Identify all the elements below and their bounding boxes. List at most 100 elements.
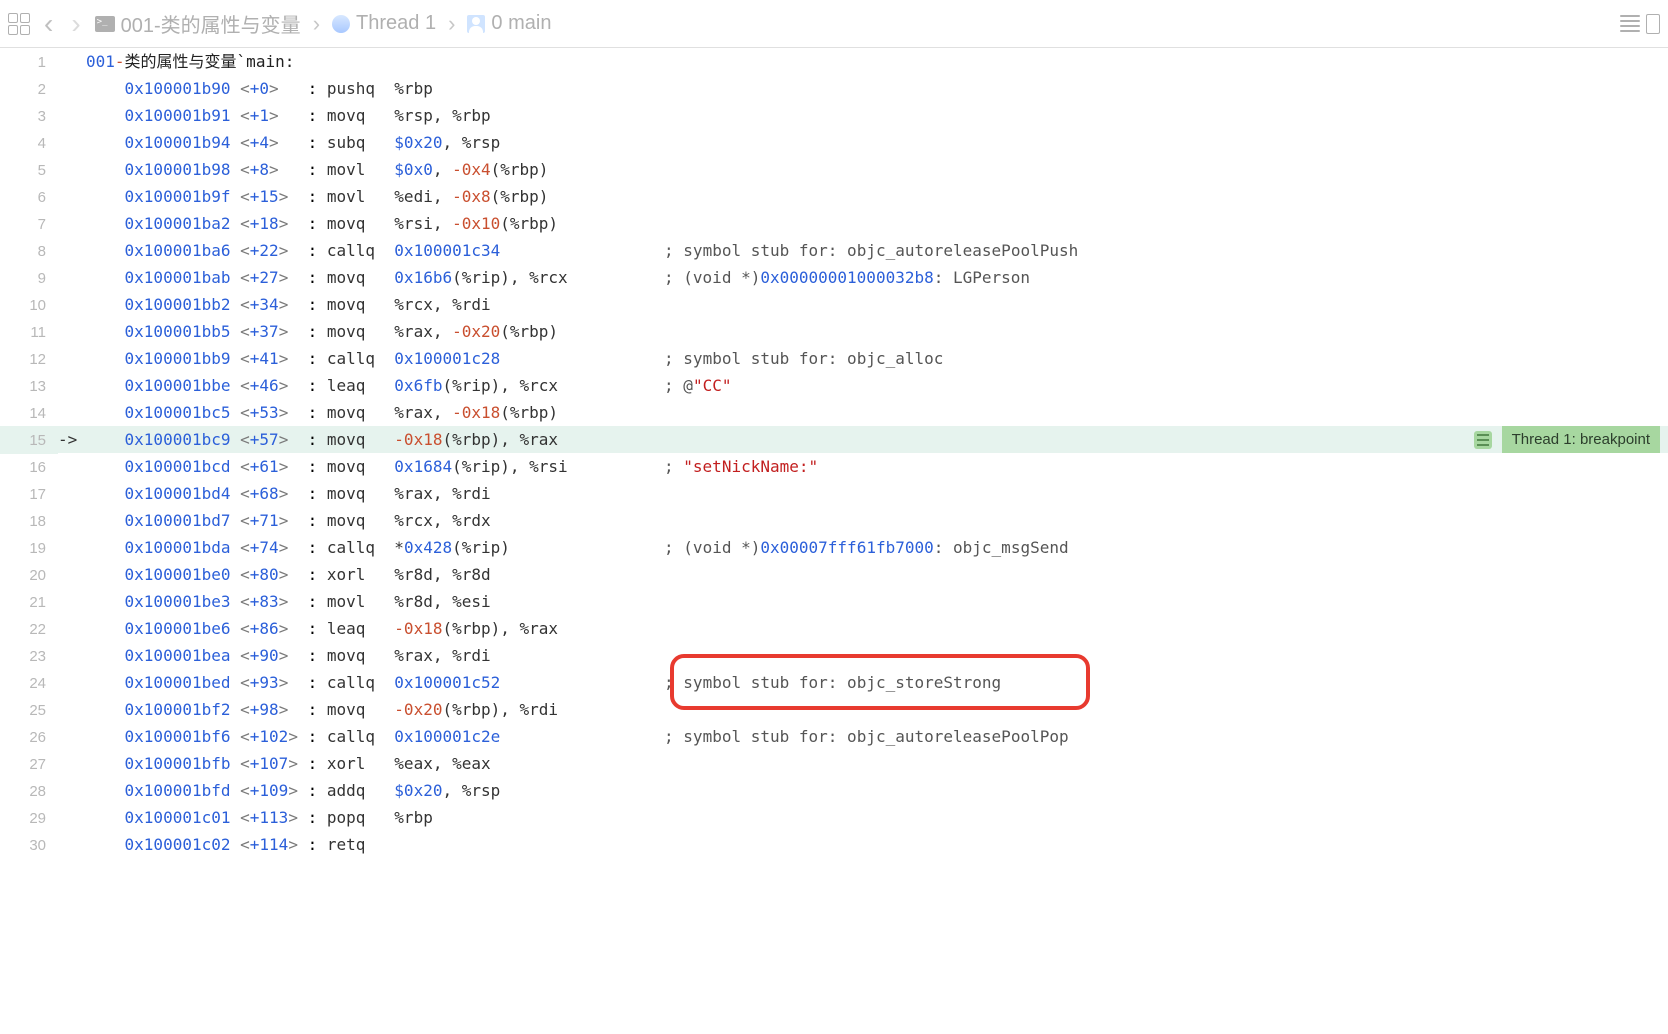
line-number: 3	[0, 103, 58, 130]
code-line[interactable]: 29 0x100001c01 <+113> : popq %rbp	[0, 804, 1668, 831]
code-line[interactable]: 1001-类的属性与变量`main:	[0, 48, 1668, 75]
breakpoint-label: Thread 1: breakpoint	[1502, 426, 1660, 453]
code-line[interactable]: 27 0x100001bfb <+107> : xorl %eax, %eax	[0, 750, 1668, 777]
line-number: 16	[0, 454, 58, 481]
breadcrumb-separator: ›	[311, 11, 322, 37]
code-text: 0x100001bb5 <+37> : movq %rax, -0x20(%rb…	[86, 318, 558, 345]
code-line[interactable]: 14 0x100001bc5 <+53> : movq %rax, -0x18(…	[0, 399, 1668, 426]
code-text: 001-类的属性与变量`main:	[86, 48, 294, 75]
nav-back-button[interactable]: ‹	[40, 8, 57, 40]
code-text: 0x100001b94 <+4> : subq $0x20, %rsp	[86, 129, 500, 156]
line-number: 13	[0, 373, 58, 400]
line-number: 24	[0, 670, 58, 697]
breadcrumb-1-label: 001-类的属性与变量	[121, 9, 301, 38]
line-number: 22	[0, 616, 58, 643]
line-number: 9	[0, 265, 58, 292]
line-number: 8	[0, 238, 58, 265]
code-text: 0x100001ba2 <+18> : movq %rsi, -0x10(%rb…	[86, 210, 558, 237]
line-number: 17	[0, 481, 58, 508]
code-line[interactable]: 15-> 0x100001bc9 <+57> : movq -0x18(%rbp…	[0, 426, 1668, 453]
line-number: 28	[0, 778, 58, 805]
code-line[interactable]: 25 0x100001bf2 <+98> : movq -0x20(%rbp),…	[0, 696, 1668, 723]
code-line[interactable]: 18 0x100001bd7 <+71> : movq %rcx, %rdx	[0, 507, 1668, 534]
line-number: 2	[0, 76, 58, 103]
code-text: 0x100001bea <+90> : movq %rax, %rdi	[86, 642, 491, 669]
code-line[interactable]: 9 0x100001bab <+27> : movq 0x16b6(%rip),…	[0, 264, 1668, 291]
code-line[interactable]: 2 0x100001b90 <+0> : pushq %rbp	[0, 75, 1668, 102]
code-line[interactable]: 21 0x100001be3 <+83> : movl %r8d, %esi	[0, 588, 1668, 615]
code-text: 0x100001bf6 <+102> : callq 0x100001c2e ;…	[86, 723, 1069, 750]
code-line[interactable]: 23 0x100001bea <+90> : movq %rax, %rdi	[0, 642, 1668, 669]
line-number: 14	[0, 400, 58, 427]
code-line[interactable]: 13 0x100001bbe <+46> : leaq 0x6fb(%rip),…	[0, 372, 1668, 399]
code-text: 0x100001be6 <+86> : leaq -0x18(%rbp), %r…	[86, 615, 558, 642]
code-line[interactable]: 19 0x100001bda <+74> : callq *0x428(%rip…	[0, 534, 1668, 561]
code-text: 0x100001bc5 <+53> : movq %rax, -0x18(%rb…	[86, 399, 558, 426]
code-text: 0x100001bda <+74> : callq *0x428(%rip) ;…	[86, 534, 1069, 561]
breadcrumb-separator: ›	[446, 11, 457, 37]
code-line[interactable]: 7 0x100001ba2 <+18> : movq %rsi, -0x10(%…	[0, 210, 1668, 237]
executable-icon	[95, 16, 115, 32]
code-line[interactable]: 4 0x100001b94 <+4> : subq $0x20, %rsp	[0, 129, 1668, 156]
code-text: 0x100001bd4 <+68> : movq %rax, %rdi	[86, 480, 491, 507]
code-text: 0x100001bcd <+61> : movq 0x1684(%rip), %…	[86, 453, 818, 480]
code-text: 0x100001c02 <+114> : retq	[86, 831, 394, 858]
code-text: 0x100001b9f <+15> : movl %edi, -0x8(%rbp…	[86, 183, 548, 210]
thread-icon	[332, 15, 350, 33]
code-text: 0x100001bd7 <+71> : movq %rcx, %rdx	[86, 507, 491, 534]
line-number: 15	[0, 427, 58, 454]
code-line[interactable]: 24 0x100001bed <+93> : callq 0x100001c52…	[0, 669, 1668, 696]
line-number: 19	[0, 535, 58, 562]
editor-options-icon[interactable]	[1620, 14, 1640, 34]
code-text: 0x100001b90 <+0> : pushq %rbp	[86, 75, 433, 102]
line-number: 5	[0, 157, 58, 184]
line-number: 7	[0, 211, 58, 238]
assistant-panel-icon[interactable]	[1646, 14, 1660, 34]
line-number: 20	[0, 562, 58, 589]
line-number: 30	[0, 832, 58, 859]
code-text: 0x100001c01 <+113> : popq %rbp	[86, 804, 433, 831]
breakpoint-badge[interactable]: Thread 1: breakpoint	[1474, 426, 1660, 453]
code-text: 0x100001b91 <+1> : movq %rsp, %rbp	[86, 102, 491, 129]
code-line[interactable]: 26 0x100001bf6 <+102> : callq 0x100001c2…	[0, 723, 1668, 750]
code-line[interactable]: 12 0x100001bb9 <+41> : callq 0x100001c28…	[0, 345, 1668, 372]
code-text: 0x100001bb2 <+34> : movq %rcx, %rdi	[86, 291, 491, 318]
code-line[interactable]: 5 0x100001b98 <+8> : movl $0x0, -0x4(%rb…	[0, 156, 1668, 183]
code-text: 0x100001bb9 <+41> : callq 0x100001c28 ; …	[86, 345, 943, 372]
code-line[interactable]: 28 0x100001bfd <+109> : addq $0x20, %rsp	[0, 777, 1668, 804]
breadcrumb-3[interactable]: 0 main	[467, 12, 551, 35]
code-line[interactable]: 17 0x100001bd4 <+68> : movq %rax, %rdi	[0, 480, 1668, 507]
code-line[interactable]: 6 0x100001b9f <+15> : movl %edi, -0x8(%r…	[0, 183, 1668, 210]
code-line[interactable]: 8 0x100001ba6 <+22> : callq 0x100001c34 …	[0, 237, 1668, 264]
line-number: 26	[0, 724, 58, 751]
breadcrumb-2[interactable]: Thread 1	[332, 12, 436, 35]
breakpoint-drag-icon[interactable]	[1474, 431, 1492, 449]
code-text: 0x100001bab <+27> : movq 0x16b6(%rip), %…	[86, 264, 1030, 291]
line-number: 21	[0, 589, 58, 616]
pc-arrow-col: ->	[58, 426, 86, 453]
line-number: 25	[0, 697, 58, 724]
line-number: 10	[0, 292, 58, 319]
code-line[interactable]: 16 0x100001bcd <+61> : movq 0x1684(%rip)…	[0, 453, 1668, 480]
code-text: 0x100001bed <+93> : callq 0x100001c52 ; …	[86, 669, 1001, 696]
code-line[interactable]: 3 0x100001b91 <+1> : movq %rsp, %rbp	[0, 102, 1668, 129]
code-line[interactable]: 20 0x100001be0 <+80> : xorl %r8d, %r8d	[0, 561, 1668, 588]
breadcrumb-1[interactable]: 001-类的属性与变量	[95, 9, 301, 38]
code-line[interactable]: 11 0x100001bb5 <+37> : movq %rax, -0x20(…	[0, 318, 1668, 345]
toolbar: ‹ › 001-类的属性与变量 › Thread 1 › 0 main	[0, 0, 1668, 48]
line-number: 18	[0, 508, 58, 535]
code-text: 0x100001be3 <+83> : movl %r8d, %esi	[86, 588, 491, 615]
related-items-icon[interactable]	[8, 13, 30, 35]
disassembly-editor[interactable]: 1001-类的属性与变量`main:2 0x100001b90 <+0> : p…	[0, 48, 1668, 858]
line-number: 4	[0, 130, 58, 157]
line-number: 27	[0, 751, 58, 778]
code-line[interactable]: 10 0x100001bb2 <+34> : movq %rcx, %rdi	[0, 291, 1668, 318]
code-line[interactable]: 30 0x100001c02 <+114> : retq	[0, 831, 1668, 858]
code-text: 0x100001bf2 <+98> : movq -0x20(%rbp), %r…	[86, 696, 558, 723]
line-number: 12	[0, 346, 58, 373]
code-line[interactable]: 22 0x100001be6 <+86> : leaq -0x18(%rbp),…	[0, 615, 1668, 642]
breadcrumb-3-label: 0 main	[491, 12, 551, 35]
line-number: 29	[0, 805, 58, 832]
code-text: 0x100001ba6 <+22> : callq 0x100001c34 ; …	[86, 237, 1078, 264]
code-text: 0x100001bfb <+107> : xorl %eax, %eax	[86, 750, 491, 777]
